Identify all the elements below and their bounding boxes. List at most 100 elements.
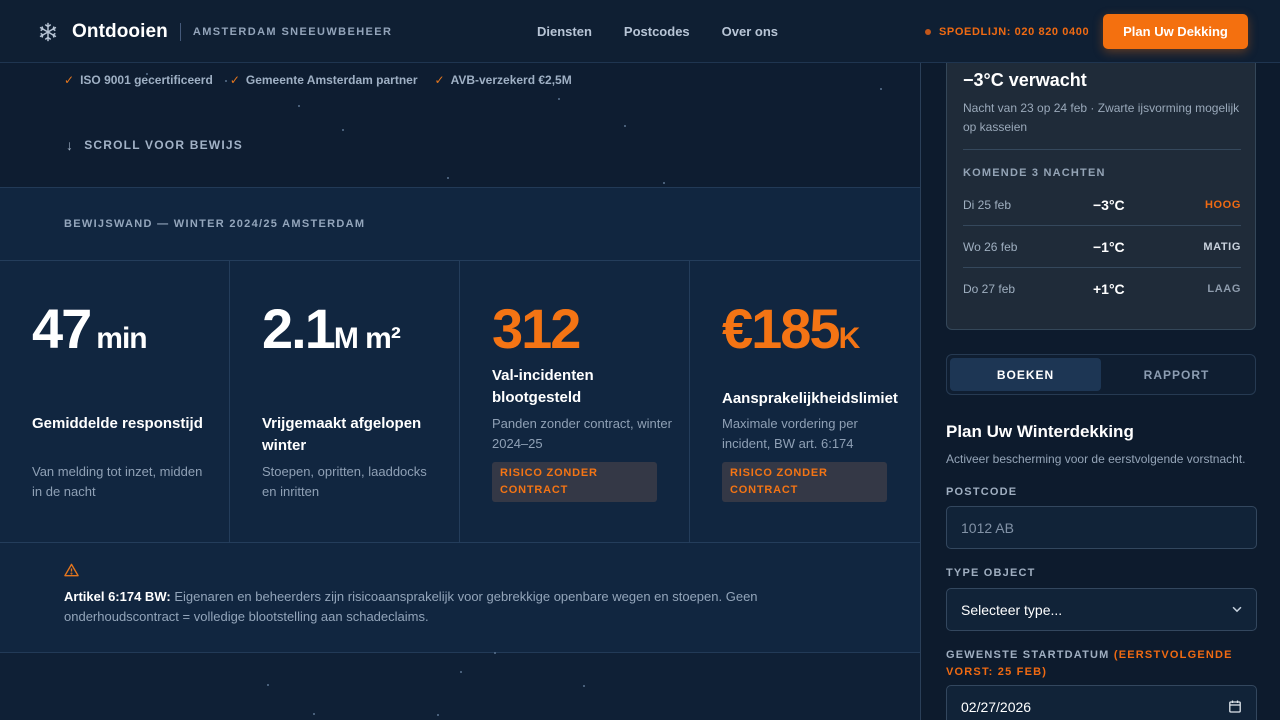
stat-value: 47 min: [32, 297, 148, 360]
scroll-hint[interactable]: ↓ SCROLL VOOR BEWIJS: [66, 137, 243, 153]
trust-check-item: ✓ ISO 9001 gecertificeerd: [64, 73, 213, 87]
stat-area-cleared: 2.1M m² Vrijgemaakt afgelopen winter Sto…: [230, 261, 460, 542]
trust-check-item: ✓ Gemeente Amsterdam partner: [230, 73, 418, 87]
nav-link-diensten[interactable]: Diensten: [537, 24, 592, 39]
stat-label: Vrijgemaakt afgelopen winter: [262, 415, 422, 454]
main-content: ✓ ISO 9001 gecertificeerd ✓ Gemeente Ams…: [0, 63, 920, 720]
night-day: Do 27 feb: [963, 282, 1016, 296]
object-type-select[interactable]: Selecteer type...: [946, 588, 1257, 631]
night-row: Wo 26 feb −1°C MATIG: [963, 226, 1241, 268]
stat-description: Stoepen, opritten, laaddocks en inritten: [262, 464, 427, 499]
risk-level: LAAG: [1207, 283, 1241, 295]
risk-level: HOOG: [1204, 198, 1241, 211]
brand-tagline: AMSTERDAM SNEEUWBEHEER: [192, 25, 393, 38]
nights-list: Di 25 feb −3°C HOOG Wo 26 feb −1°C MATIG…: [963, 184, 1241, 310]
trust-check-label: AVB-verzekerd €2,5M: [450, 73, 572, 87]
nav-link-over-ons[interactable]: Over ons: [722, 24, 778, 39]
stats-grid: 47 min Gemiddelde responstijd Van melding…: [0, 260, 920, 543]
object-type-value: Selecteer type...: [961, 601, 1063, 618]
scroll-hint-label: SCROLL VOOR BEWIJS: [84, 138, 243, 152]
trust-check-item: ✓ AVB-verzekerd €2,5M: [435, 73, 572, 87]
evidence-title: BEWIJSWAND — WINTER 2024/25 AMSTERDAM: [64, 218, 366, 230]
evidence-wall: BEWIJSWAND — WINTER 2024/25 AMSTERDAM 47…: [0, 187, 920, 653]
snow-particle: [313, 713, 315, 715]
arrow-down-icon: ↓: [66, 137, 75, 153]
check-icon: ✓: [229, 73, 240, 87]
nav-link-postcodes[interactable]: Postcodes: [624, 24, 690, 39]
snow-particle: [880, 88, 882, 90]
stat-description: Van melding tot inzet, midden in de nach…: [32, 464, 203, 499]
start-date-value: 02/27/2026: [961, 698, 1032, 715]
trust-check-label: Gemeente Amsterdam partner: [245, 73, 418, 87]
snow-particle: [558, 98, 560, 100]
risk-level: MATIG: [1203, 240, 1241, 253]
brand-divider: [179, 22, 181, 41]
postcode-label: POSTCODE: [946, 486, 1018, 498]
stat-liability-limit: €185K Aansprakelijkheidslimiet Maximale …: [690, 261, 920, 542]
trust-checks: ✓ ISO 9001 gecertificeerd ✓ Gemeente Ams…: [64, 73, 589, 87]
snow-particle: [267, 684, 269, 686]
night-day: Di 25 feb: [963, 197, 1012, 212]
trust-check-label: ISO 9001 gecertificeerd: [80, 73, 213, 87]
stat-response-time: 47 min Gemiddelde responstijd Van melding…: [0, 261, 230, 542]
booking-sidebar: −3°C verwacht Nacht van 23 op 24 feb · Z…: [920, 63, 1280, 720]
hotline-text: SPOEDLIJN: 020 820 0400: [939, 25, 1090, 38]
check-icon: ✓: [64, 73, 75, 87]
night-row: Di 25 feb −3°C HOOG: [963, 184, 1241, 226]
snowflake-icon: [39, 22, 57, 41]
night-temp: −1°C: [1093, 238, 1125, 255]
snow-particle: [460, 671, 462, 673]
calendar-icon[interactable]: [1229, 700, 1241, 713]
live-dot-icon: [925, 28, 931, 35]
plan-coverage-button[interactable]: Plan Uw Dekking: [1103, 14, 1248, 49]
stat-value: €185K: [722, 297, 860, 360]
forecast-subtitle: KOMENDE 3 NACHTEN: [963, 167, 1106, 179]
hero-section: ✓ ISO 9001 gecertificeerd ✓ Gemeente Ams…: [0, 63, 920, 187]
brand[interactable]: Ontdooien AMSTERDAM SNEEUWBEHEER: [37, 0, 392, 63]
frost-forecast-card: −3°C verwacht Nacht van 23 op 24 feb · Z…: [946, 63, 1256, 330]
forecast-temperature: −3°C verwacht: [963, 70, 1087, 90]
night-day: Wo 26 feb: [963, 239, 1018, 254]
chevron-down-icon: [1232, 606, 1242, 613]
tab-boeken[interactable]: BOEKEN: [950, 358, 1101, 391]
snow-particle: [494, 652, 496, 654]
start-date-input[interactable]: 02/27/2026: [946, 685, 1257, 720]
snow-particle: [298, 105, 300, 107]
stat-value: 312: [492, 297, 581, 360]
start-date-label-text: GEWENSTE STARTDATUM: [946, 649, 1110, 661]
night-temp: −3°C: [1093, 196, 1125, 213]
snow-particle: [624, 125, 626, 127]
risk-badge: RISICO ZONDER CONTRACT: [492, 462, 657, 502]
divider: [963, 149, 1241, 150]
night-row: Do 27 feb +1°C LAAG: [963, 268, 1241, 310]
nav-links: Diensten Postcodes Over ons: [537, 0, 810, 63]
stat-label: Aansprakelijkheidslimiet: [722, 390, 898, 407]
law-text: Artikel 6:174 BW: Eigenaren en beheerder…: [64, 587, 784, 627]
stat-fall-incidents: 312 Val-incidenten blootgesteld Panden z…: [460, 261, 690, 542]
night-temp: +1°C: [1093, 281, 1125, 297]
check-icon: ✓: [434, 73, 445, 87]
booking-tabs: BOEKEN RAPPORT: [946, 354, 1256, 395]
stat-value: 2.1M m²: [262, 297, 401, 360]
top-nav: Ontdooien AMSTERDAM SNEEUWBEHEER Dienste…: [0, 0, 1280, 63]
snow-particle: [437, 714, 439, 716]
stat-label: Gemiddelde responstijd: [32, 415, 203, 432]
brand-name: Ontdooien: [72, 20, 168, 42]
stat-description: Maximale vordering per incident, BW art.…: [722, 416, 858, 451]
warning-icon: [64, 563, 79, 577]
start-date-label: GEWENSTE STARTDATUM (EERSTVOLGENDE VORST…: [946, 647, 1246, 681]
stat-label: Val-incidenten blootgesteld: [492, 367, 594, 406]
form-subtitle: Activeer bescherming voor de eerstvolgen…: [946, 452, 1246, 466]
law-notice: Artikel 6:174 BW: Eigenaren en beheerder…: [64, 563, 784, 627]
snow-particle: [583, 685, 585, 687]
law-article: Artikel 6:174 BW:: [64, 589, 171, 604]
snow-particle: [342, 129, 344, 131]
tab-rapport[interactable]: RAPPORT: [1101, 358, 1252, 391]
stat-description: Panden zonder contract, winter 2024–25: [492, 416, 672, 451]
risk-badge: RISICO ZONDER CONTRACT: [722, 462, 887, 502]
forecast-note: Nacht van 23 op 24 feb · Zwarte ijsvormi…: [963, 101, 1240, 134]
object-type-label: TYPE OBJECT: [946, 567, 1036, 579]
emergency-hotline[interactable]: SPOEDLIJN: 020 820 0400: [925, 0, 1089, 63]
postcode-input[interactable]: 1012 AB: [946, 506, 1257, 549]
snow-particle: [663, 182, 665, 184]
